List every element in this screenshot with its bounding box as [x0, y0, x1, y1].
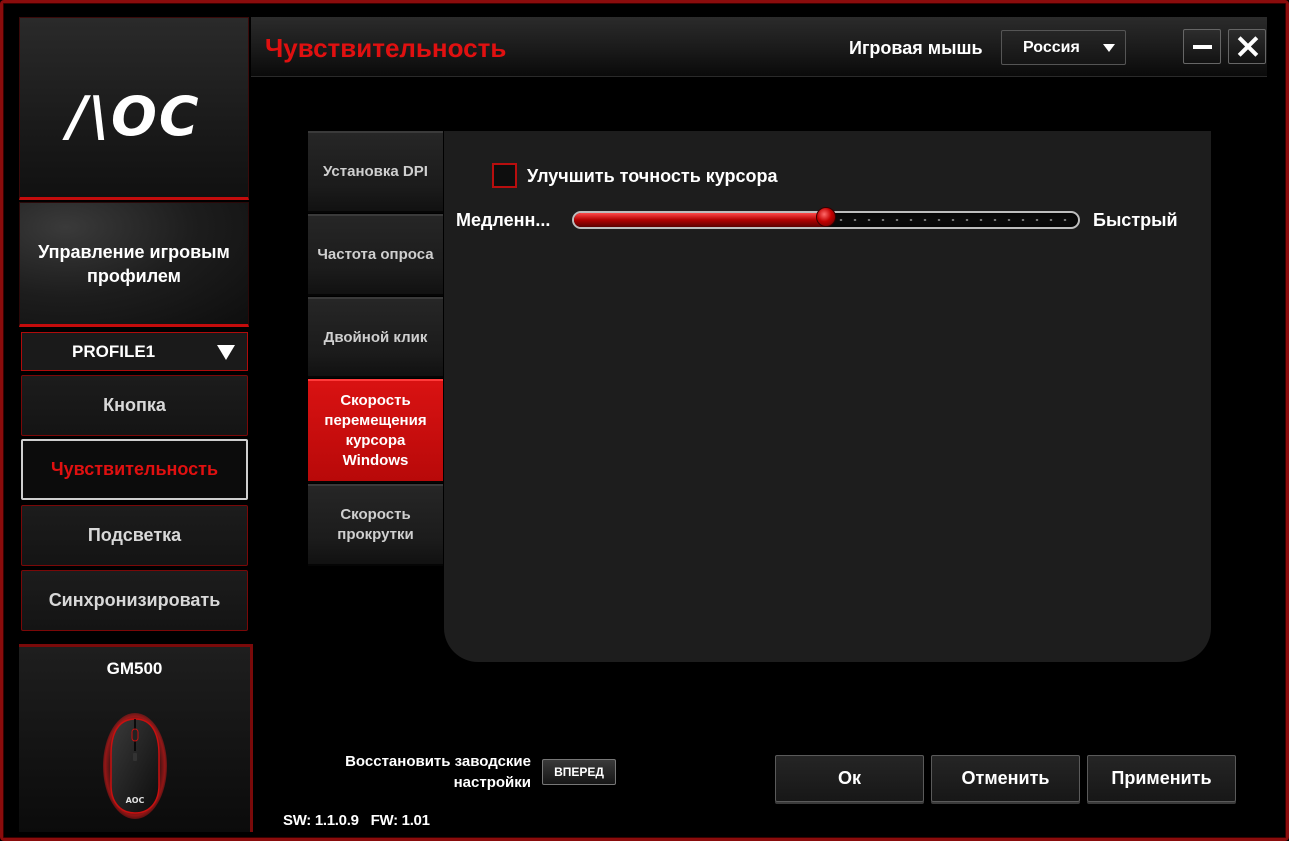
language-dropdown-value: Россия	[1023, 38, 1080, 56]
slider-ticks	[834, 219, 1072, 221]
ok-button[interactable]: Ок	[775, 755, 924, 802]
tab-scroll-speed[interactable]: Скорость прокрутки	[308, 484, 443, 566]
profile-management-button[interactable]: Управление игровым профилем	[19, 202, 249, 327]
tab-label: Скорость прокрутки	[337, 506, 414, 543]
slider-min-label: Медленн...	[456, 210, 551, 230]
language-dropdown[interactable]: Россия	[1001, 30, 1126, 65]
restore-forward-button[interactable]: ВПЕРЕД	[542, 759, 616, 785]
nav-button-sensitivity[interactable]: Чувствительность	[21, 439, 248, 500]
slider-thumb[interactable]	[816, 207, 836, 227]
device-type-label: Игровая мышь	[849, 38, 983, 58]
nav-button-sync[interactable]: Синхронизировать	[21, 570, 248, 631]
profile-dropdown[interactable]: PROFILE1	[21, 332, 248, 371]
mouse-image: AOC	[103, 713, 167, 819]
mouse-logo-text: AOC	[126, 796, 145, 805]
enhance-precision-checkbox[interactable]	[492, 163, 517, 188]
slider-max-label: Быстрый	[1093, 210, 1178, 230]
device-panel: GM500 AOC	[19, 644, 253, 832]
nav-button-label: Синхронизировать	[48, 590, 221, 610]
software-version: SW: 1.1.0.9	[283, 812, 359, 829]
app-window: /\OC Управление игровым профилем PROFILE…	[0, 0, 1289, 841]
cancel-button[interactable]: Отменить	[931, 755, 1080, 802]
tab-label: Частота опроса	[317, 246, 434, 263]
tab-label: Скорость перемещения курсора Windows	[324, 392, 427, 469]
nav-button-lighting[interactable]: Подсветка	[21, 505, 248, 566]
tab-label: Установка DPI	[323, 163, 428, 180]
tab-label: Двойной клик	[323, 328, 428, 346]
aoc-logo: /\OC	[67, 85, 201, 148]
forward-button-label: ВПЕРЕД	[554, 765, 604, 779]
mouse-icon: AOC	[103, 713, 167, 819]
profile-dropdown-value: PROFILE1	[72, 341, 156, 361]
restore-defaults-label: Восстановить заводские настройки	[345, 753, 531, 791]
nav-button-label: Кнопка	[103, 395, 166, 415]
tab-dpi-settings[interactable]: Установка DPI	[308, 131, 443, 213]
profile-management-label: Управление игровым профилем	[38, 241, 230, 286]
tab-double-click[interactable]: Двойной клик	[308, 297, 443, 378]
apply-button-label: Применить	[1111, 768, 1212, 788]
cancel-button-label: Отменить	[961, 768, 1050, 788]
minimize-icon	[1193, 45, 1212, 49]
close-button[interactable]	[1228, 29, 1266, 64]
close-icon	[1237, 36, 1258, 57]
tab-polling-rate[interactable]: Частота опроса	[308, 214, 443, 296]
brand-logo-panel: /\OC	[19, 17, 249, 200]
firmware-version: FW: 1.01	[370, 812, 430, 829]
chevron-down-icon	[1103, 44, 1115, 52]
header-bar: Чувствительность Игровая мышь Россия	[251, 17, 1267, 77]
minimize-button[interactable]	[1183, 29, 1221, 64]
device-name: GM500	[106, 659, 163, 678]
version-info: SW: 1.1.0.9 FW: 1.01	[283, 812, 430, 829]
ok-button-label: Ок	[837, 768, 861, 788]
nav-button-buttons[interactable]: Кнопка	[21, 375, 248, 436]
nav-button-label: Подсветка	[87, 525, 182, 545]
enhance-precision-label: Улучшить точность курсора	[527, 166, 778, 186]
slider-fill	[574, 213, 826, 227]
nav-button-label: Чувствительность	[50, 459, 219, 479]
tab-pointer-speed[interactable]: Скорость перемещения курсора Windows	[308, 379, 443, 483]
apply-button[interactable]: Применить	[1087, 755, 1236, 802]
triangle-down-icon	[217, 345, 235, 360]
page-title: Чувствительность	[265, 33, 507, 63]
